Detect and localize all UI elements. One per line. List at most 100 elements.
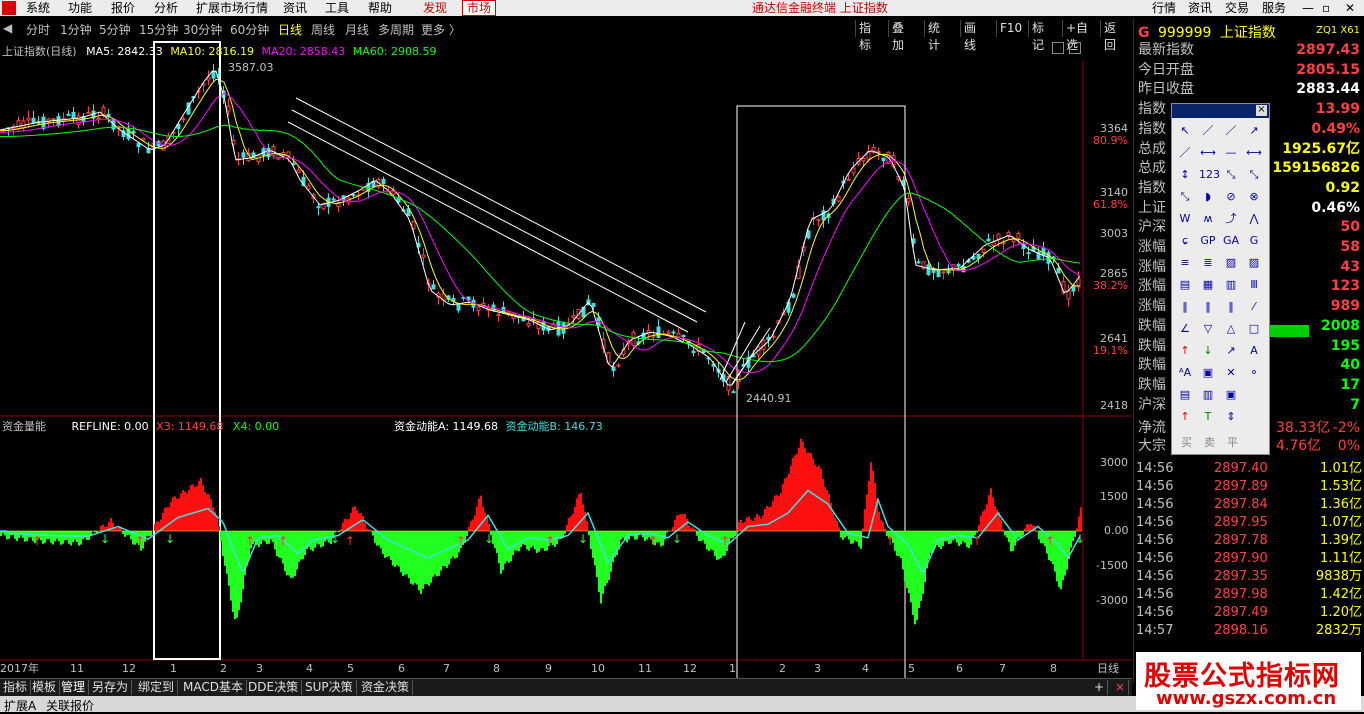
palette-tool[interactable]: ↗ — [1222, 342, 1240, 360]
back-icon[interactable]: ◀ — [3, 21, 12, 35]
f10-button[interactable]: F10 — [996, 20, 1025, 37]
status-linked-quote[interactable]: 关联报价 — [46, 697, 94, 714]
tab-fund[interactable]: 资金决策 — [358, 680, 413, 695]
tab-macd[interactable]: MACD基本 — [180, 680, 247, 695]
restore-icon[interactable]: ▫ — [1322, 1, 1330, 15]
palette-tool[interactable]: ⚬ — [1245, 364, 1263, 382]
palette-tool[interactable]: ɕ — [1176, 232, 1194, 250]
palette-tool[interactable]: ⋀ — [1245, 210, 1263, 228]
menu-right-quote[interactable]: 行情 — [1152, 1, 1176, 15]
menu-extended-market[interactable]: 扩展市场行情 — [196, 1, 268, 15]
menu-function[interactable]: 功能 — [68, 1, 92, 15]
palette-tool[interactable]: ‖ — [1222, 298, 1240, 316]
palette-tool[interactable]: ／ — [1176, 144, 1194, 162]
tab-market[interactable]: 市场 — [462, 0, 496, 16]
overlay-button[interactable]: 叠加 — [888, 20, 907, 37]
status-extended[interactable]: 扩展A — [4, 697, 36, 714]
palette-tool[interactable]: ⟷ — [1245, 144, 1263, 162]
menu-system[interactable]: 系统 — [26, 1, 50, 15]
menu-right-service[interactable]: 服务 — [1262, 1, 1286, 15]
palette-tool[interactable]: 123 — [1199, 166, 1217, 184]
zoom-in-button[interactable]: + — [1091, 680, 1108, 695]
palette-tool[interactable]: ∠ — [1176, 320, 1194, 338]
indicator-button[interactable]: 指标 — [855, 20, 874, 37]
palette-sell[interactable]: 卖 — [1204, 434, 1215, 450]
drawing-tool-palette[interactable]: × ↖／／↗／⟷—⟷↕123⤡⤡⤡◗⊘⊗Wʍ⤴⋀ɕGPGAG≡≣▨▨▤▦▥Ⅲ‖‖… — [1171, 103, 1270, 455]
palette-buy[interactable]: 买 — [1181, 434, 1192, 450]
period-daily[interactable]: 日线 — [278, 21, 302, 38]
palette-tool[interactable]: △ — [1222, 320, 1240, 338]
palette-tool[interactable]: ⊗ — [1245, 188, 1263, 206]
palette-tool[interactable]: ✕ — [1222, 364, 1240, 382]
candlesticks[interactable] — [2, 64, 1080, 395]
palette-tool[interactable]: ▤ — [1176, 276, 1194, 294]
palette-tool[interactable]: — — [1222, 144, 1240, 162]
palette-tool[interactable]: ≡ — [1176, 254, 1194, 272]
palette-tool[interactable]: ⤴ — [1222, 210, 1240, 228]
palette-tool[interactable]: ▥ — [1199, 386, 1217, 404]
palette-tool[interactable]: ↑ — [1176, 342, 1194, 360]
tab-indicator[interactable]: 指标 — [0, 680, 31, 695]
period-60min[interactable]: 60分钟 — [230, 21, 269, 38]
tab-sup[interactable]: SUP决策 — [302, 680, 357, 695]
palette-tool[interactable]: ‖ — [1199, 298, 1217, 316]
palette-tool[interactable]: ⤡ — [1245, 166, 1263, 184]
menu-right-trade[interactable]: 交易 — [1225, 1, 1249, 15]
period-monthly[interactable]: 月线 — [345, 21, 369, 38]
menu-quote[interactable]: 报价 — [111, 1, 135, 15]
palette-tool[interactable] — [1245, 408, 1263, 426]
palette-tool[interactable]: ↑ — [1176, 408, 1194, 426]
period-15min[interactable]: 15分钟 — [139, 21, 178, 38]
tab-dde[interactable]: DDE决策 — [245, 680, 302, 695]
add-watchlist-button[interactable]: +自选 — [1062, 20, 1091, 37]
draw-line-button[interactable]: 画线 — [960, 20, 979, 37]
trend-lines[interactable] — [288, 98, 770, 384]
highlight-box-left[interactable] — [154, 42, 220, 659]
menu-analysis[interactable]: 分析 — [154, 1, 178, 15]
palette-tool[interactable]: ◗ — [1199, 188, 1217, 206]
chart-settings-icon[interactable] — [1052, 42, 1064, 54]
palette-tool[interactable]: ▣ — [1222, 386, 1240, 404]
palette-tool[interactable]: ⟷ — [1199, 144, 1217, 162]
chart-expand-icon[interactable] — [1069, 42, 1081, 54]
palette-tool[interactable]: ／ — [1199, 122, 1217, 140]
palette-tool[interactable]: □ — [1245, 320, 1263, 338]
menu-info[interactable]: 资讯 — [283, 1, 307, 15]
palette-tool[interactable]: ▦ — [1199, 276, 1217, 294]
tab-template[interactable]: 模板 — [29, 680, 60, 695]
menu-right-info[interactable]: 资讯 — [1188, 1, 1212, 15]
period-30min[interactable]: 30分钟 — [183, 21, 222, 38]
palette-tool[interactable]: ⇕ — [1222, 408, 1240, 426]
palette-tool[interactable]: ⤡ — [1222, 166, 1240, 184]
palette-tool[interactable]: ↗ — [1245, 122, 1263, 140]
palette-tool[interactable]: ⊘ — [1222, 188, 1240, 206]
palette-tool[interactable]: ▣ — [1199, 364, 1217, 382]
tab-discover[interactable]: 发现 — [419, 0, 451, 16]
period-multi[interactable]: 多周期 — [378, 21, 414, 38]
tab-bind[interactable]: 绑定到 — [135, 680, 178, 695]
close-icon[interactable]: ✕ — [1345, 1, 1355, 15]
period-more[interactable]: 更多 〉 — [421, 21, 461, 38]
statistics-button[interactable]: 统计 — [924, 20, 943, 37]
palette-title-bar[interactable]: × — [1172, 104, 1269, 118]
palette-tool[interactable]: ↓ — [1199, 342, 1217, 360]
palette-tool[interactable]: ▨ — [1245, 254, 1263, 272]
palette-tool[interactable]: ‖ — [1176, 298, 1194, 316]
palette-tool[interactable]: T — [1199, 408, 1217, 426]
palette-flat[interactable]: 平 — [1227, 434, 1238, 450]
palette-tool[interactable]: ⤡ — [1176, 188, 1194, 206]
zoom-out-button[interactable]: × — [1112, 680, 1129, 695]
palette-tool[interactable]: ↕ — [1176, 166, 1194, 184]
period-1min[interactable]: 1分钟 — [60, 21, 92, 38]
palette-tool[interactable]: ／ — [1222, 122, 1240, 140]
palette-tool[interactable]: ≣ — [1199, 254, 1217, 272]
period-5min[interactable]: 5分钟 — [99, 21, 131, 38]
tab-save-as[interactable]: 另存为 — [89, 680, 132, 695]
palette-tool[interactable]: ▨ — [1222, 254, 1240, 272]
period-weekly[interactable]: 周线 — [311, 21, 335, 38]
return-button[interactable]: 返回 — [1100, 20, 1119, 37]
palette-tool[interactable]: G — [1245, 232, 1263, 250]
mark-button[interactable]: 标记 — [1028, 20, 1047, 37]
palette-tool[interactable]: ▥ — [1222, 276, 1240, 294]
palette-tool[interactable]: GA — [1222, 232, 1240, 250]
